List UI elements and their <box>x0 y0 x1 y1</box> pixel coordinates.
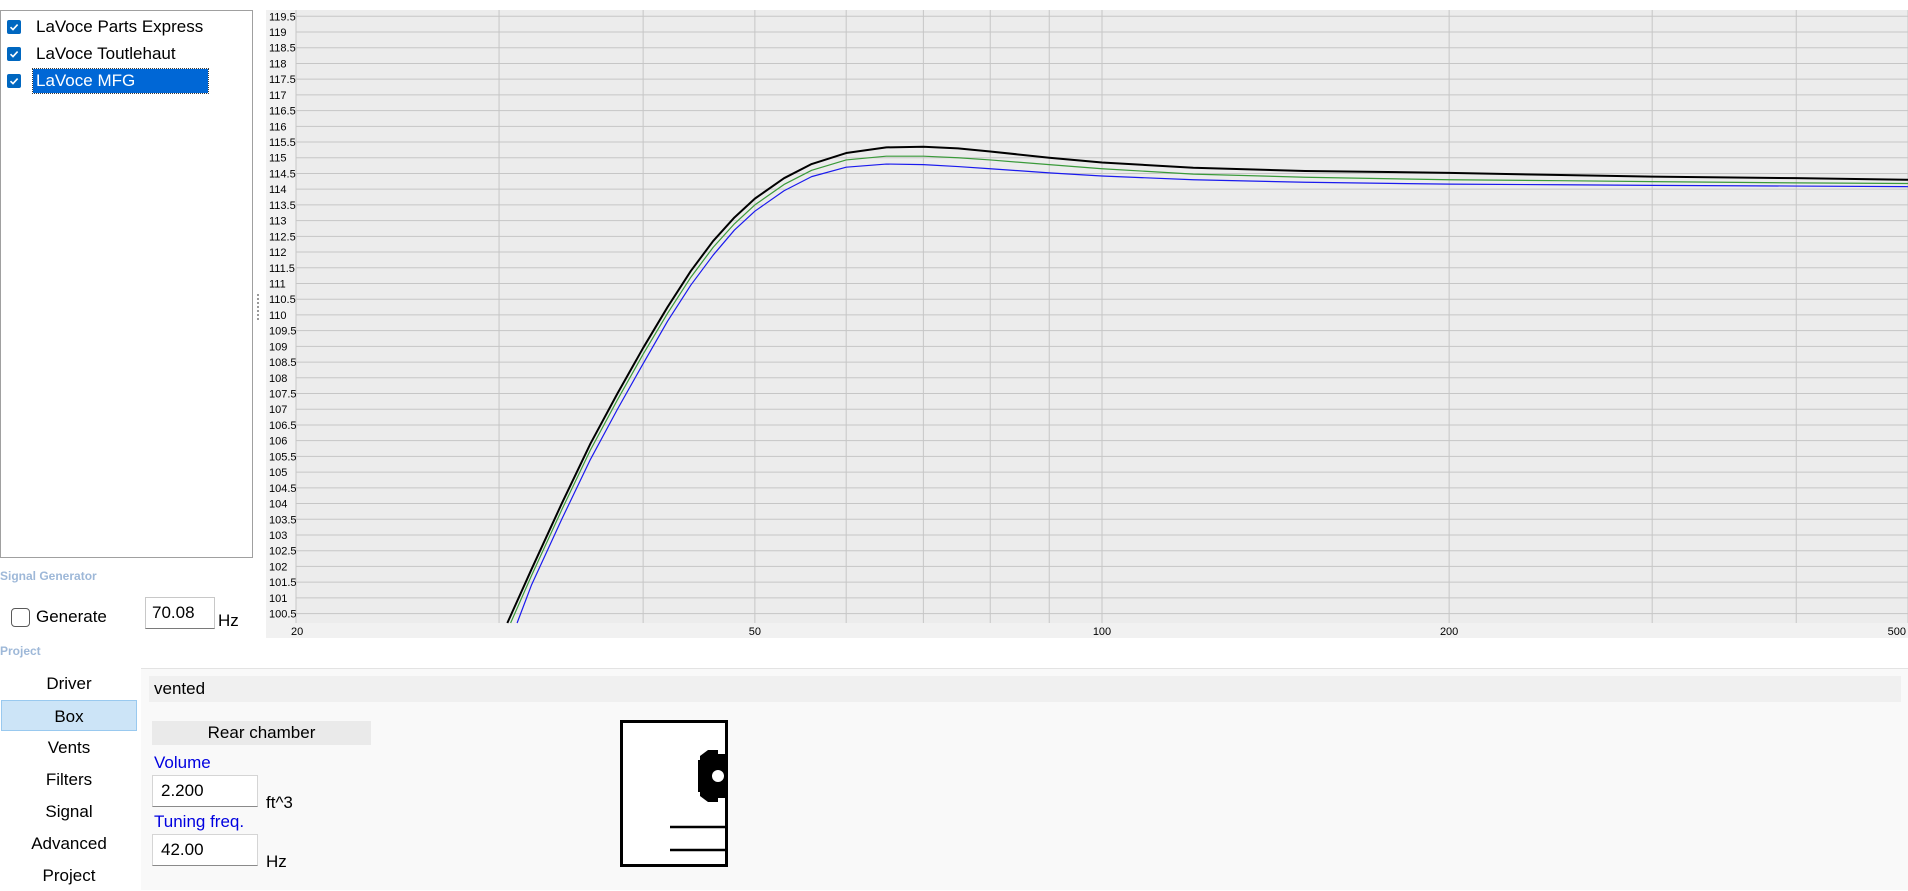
y-tick-label: 109.5 <box>269 326 297 338</box>
x-tick-label: 20 <box>291 626 303 638</box>
checkbox-checked[interactable] <box>7 47 21 61</box>
y-tick-label: 107.5 <box>269 389 297 401</box>
y-tick-label: 113.5 <box>269 200 296 212</box>
y-tick-label: 118 <box>269 58 287 70</box>
y-tick-label: 100.5 <box>269 609 297 621</box>
y-tick-label: 116.5 <box>269 106 296 118</box>
y-tick-label: 105 <box>269 467 287 479</box>
project-list[interactable]: LaVoce Parts Express LaVoce Toutlehaut L… <box>0 10 253 558</box>
y-tick-label: 115 <box>269 153 287 165</box>
checkmark-icon <box>9 51 19 58</box>
signal-generator-header: Signal Generator <box>0 569 97 583</box>
y-tick-label: 119 <box>269 27 287 39</box>
y-tick-label: 103.5 <box>269 514 297 526</box>
y-tick-label: 105.5 <box>269 451 297 463</box>
y-tick-label: 114.5 <box>269 168 296 180</box>
list-item-lavoce-toutlehaut[interactable]: LaVoce Toutlehaut <box>7 41 252 67</box>
box-type-selector[interactable]: vented <box>149 676 1901 702</box>
list-item-label: LaVoce Toutlehaut <box>36 44 176 63</box>
y-tick-label: 112.5 <box>269 231 296 243</box>
tuning-freq-unit: Hz <box>266 852 287 871</box>
y-tick-label: 106 <box>269 436 287 448</box>
y-tick-label: 119.5 <box>269 11 296 23</box>
y-tick-label: 103 <box>269 530 287 542</box>
y-tick-label: 110.5 <box>269 294 296 306</box>
list-item-label: LaVoce MFG <box>32 68 209 94</box>
list-item-lavoce-parts-express[interactable]: LaVoce Parts Express <box>7 14 252 40</box>
y-tick-label: 109 <box>269 341 287 353</box>
nav-filters[interactable]: Filters <box>1 764 137 795</box>
nav-signal[interactable]: Signal <box>1 796 137 827</box>
list-item-lavoce-mfg[interactable]: LaVoce MFG <box>7 68 252 94</box>
x-tick-label: 200 <box>1440 626 1458 638</box>
x-tick-label: 50 <box>749 626 761 638</box>
x-tick-label: 500 <box>1888 626 1906 638</box>
y-tick-label: 101.5 <box>269 577 297 589</box>
volume-input[interactable]: 2.200 <box>152 775 258 807</box>
tuning-freq-input[interactable]: 42.00 <box>152 834 258 866</box>
nav-driver[interactable]: Driver <box>1 668 137 699</box>
y-tick-label: 110 <box>269 310 287 322</box>
y-tick-label: 117 <box>269 90 287 102</box>
y-tick-label: 114 <box>269 184 287 196</box>
y-tick-label: 101 <box>269 593 287 605</box>
frequency-input[interactable]: 70.08 <box>145 597 215 629</box>
checkbox-checked[interactable] <box>7 74 21 88</box>
nav-box[interactable]: Box <box>1 700 137 731</box>
checkmark-icon <box>9 78 19 85</box>
tuning-freq-label: Tuning freq. <box>154 812 245 831</box>
volume-unit: ft^3 <box>266 793 293 812</box>
y-tick-label: 111 <box>269 278 286 290</box>
y-tick-label: 108 <box>269 373 287 385</box>
y-tick-label: 118.5 <box>269 43 296 55</box>
y-tick-label: 106.5 <box>269 420 297 432</box>
generate-checkbox[interactable] <box>11 608 30 627</box>
volume-label: Volume <box>154 753 211 772</box>
y-tick-label: 102.5 <box>269 546 297 558</box>
y-tick-label: 107 <box>269 404 287 416</box>
list-item-label: LaVoce Parts Express <box>36 17 204 36</box>
x-tick-label: 100 <box>1093 626 1111 638</box>
y-tick-label: 115.5 <box>269 137 296 149</box>
y-tick-label: 116 <box>269 121 287 133</box>
y-tick-label: 104 <box>269 499 287 511</box>
nav-vents[interactable]: Vents <box>1 732 137 763</box>
splitter-grip[interactable] <box>257 294 262 320</box>
nav-project[interactable]: Project <box>1 860 137 891</box>
checkbox-checked[interactable] <box>7 20 21 34</box>
project-section-header: Project <box>0 644 41 658</box>
y-tick-label: 111.5 <box>269 263 295 275</box>
y-tick-label: 108.5 <box>269 357 297 369</box>
rear-chamber-header: Rear chamber <box>152 721 371 745</box>
frequency-unit: Hz <box>218 611 239 630</box>
y-tick-label: 112 <box>269 247 287 259</box>
y-tick-label: 104.5 <box>269 483 297 495</box>
checkmark-icon <box>9 24 19 31</box>
y-tick-label: 117.5 <box>269 74 296 86</box>
y-tick-label: 113 <box>269 216 287 228</box>
y-tick-label: 102 <box>269 561 287 573</box>
nav-advanced[interactable]: Advanced <box>1 828 137 859</box>
generate-label: Generate <box>36 607 107 626</box>
vented-box-diagram-icon <box>620 720 728 867</box>
frequency-response-chart[interactable]: 100.5 101 101.5 102 102.5 103 103.5 104 104.5 105… <box>266 10 1908 638</box>
